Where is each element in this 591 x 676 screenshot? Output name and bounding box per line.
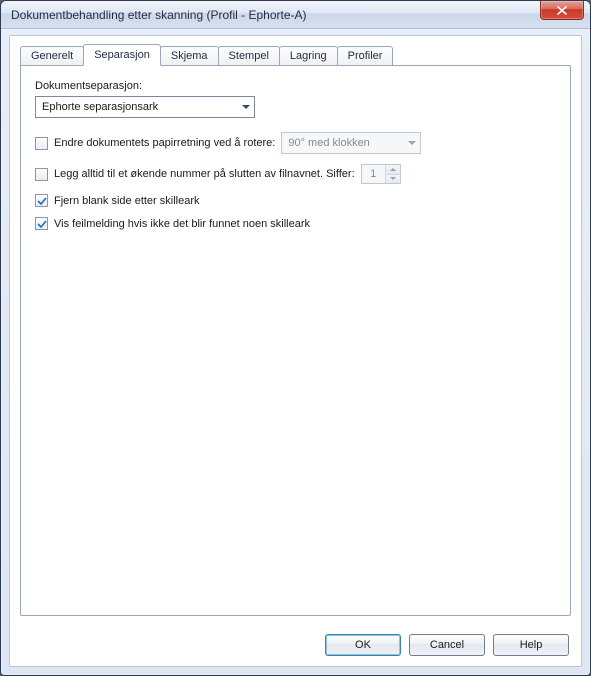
client-area: Generelt Separasjon Skjema Stempel Lagri… xyxy=(9,35,582,667)
tab-skjema[interactable]: Skjema xyxy=(160,46,219,66)
window-title: Dokumentbehandling etter skanning (Profi… xyxy=(11,8,307,22)
titlebar[interactable]: Dokumentbehandling etter skanning (Profi… xyxy=(1,1,590,29)
row-number-suffix: Legg alltid til et økende nummer på slut… xyxy=(35,164,556,184)
number-suffix-checkbox[interactable] xyxy=(35,168,48,181)
chevron-down-icon xyxy=(390,177,396,180)
tab-profiler[interactable]: Profiler xyxy=(337,46,394,66)
close-button[interactable] xyxy=(540,1,584,20)
chevron-up-icon xyxy=(390,168,396,171)
rotate-angle-value: 90° med klokken xyxy=(288,137,369,149)
number-suffix-label: Legg alltid til et økende nummer på slut… xyxy=(54,168,355,180)
row-rotate: Endre dokumentets papirretning ved å rot… xyxy=(35,132,556,154)
row-remove-blank: Fjern blank side etter skilleark xyxy=(35,194,556,207)
show-error-checkbox[interactable] xyxy=(35,217,48,230)
show-error-label: Vis feilmelding hvis ikke det blir funne… xyxy=(54,218,310,230)
remove-blank-checkbox[interactable] xyxy=(35,194,48,207)
digits-value: 1 xyxy=(362,165,386,183)
cancel-button[interactable]: Cancel xyxy=(409,634,485,656)
digits-up-button[interactable] xyxy=(386,165,400,175)
row-show-error: Vis feilmelding hvis ikke det blir funne… xyxy=(35,217,556,230)
rotate-angle-combo[interactable]: 90° med klokken xyxy=(281,132,421,154)
separation-label: Dokumentseparasjon: xyxy=(35,80,556,92)
close-icon xyxy=(557,6,567,15)
digits-down-button[interactable] xyxy=(386,175,400,184)
rotate-label: Endre dokumentets papirretning ved å rot… xyxy=(54,137,275,149)
chevron-down-icon xyxy=(242,105,250,109)
tabstrip: Generelt Separasjon Skjema Stempel Lagri… xyxy=(20,46,571,66)
tab-separasjon[interactable]: Separasjon xyxy=(83,44,161,66)
separation-method-value: Ephorte separasjonsark xyxy=(42,101,158,113)
chevron-down-icon xyxy=(408,141,416,145)
dialog-buttons: OK Cancel Help xyxy=(10,626,581,666)
tab-stempel[interactable]: Stempel xyxy=(218,46,280,66)
rotate-checkbox[interactable] xyxy=(35,137,48,150)
ok-button[interactable]: OK xyxy=(325,634,401,656)
tab-generelt[interactable]: Generelt xyxy=(20,46,84,66)
remove-blank-label: Fjern blank side etter skilleark xyxy=(54,195,200,207)
tabpage-separasjon: Dokumentseparasjon: Ephorte separasjonsa… xyxy=(20,65,571,616)
digits-spinner[interactable]: 1 xyxy=(361,164,401,184)
tab-lagring[interactable]: Lagring xyxy=(279,46,338,66)
tabs: Generelt Separasjon Skjema Stempel Lagri… xyxy=(10,36,581,65)
help-button[interactable]: Help xyxy=(493,634,569,656)
dialog-window: Dokumentbehandling etter skanning (Profi… xyxy=(0,0,591,676)
separation-method-combo[interactable]: Ephorte separasjonsark xyxy=(35,96,255,118)
